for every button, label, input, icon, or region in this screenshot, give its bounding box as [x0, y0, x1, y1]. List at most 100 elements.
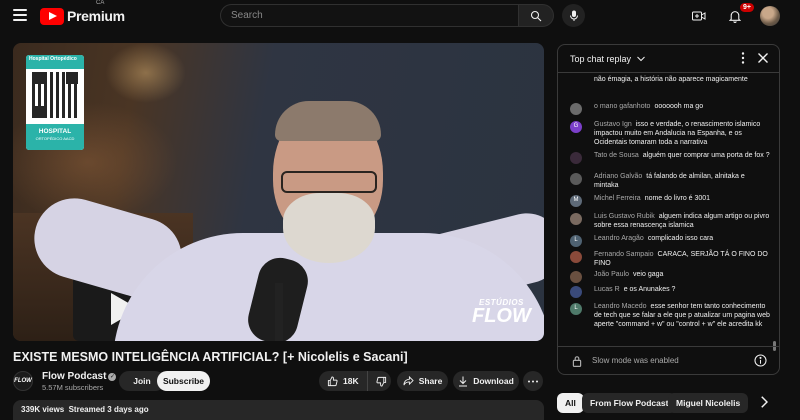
channel-name-link[interactable]: Flow Podcast ✓ — [42, 371, 117, 382]
youtube-premium-logo[interactable]: Premium — [40, 7, 125, 25]
chat-header: Top chat replay — [558, 45, 779, 73]
like-count: 18K — [343, 376, 359, 386]
video-title: EXISTE MESMO INTELIGÊNCIA ARTIFICIAL? [+… — [13, 350, 408, 364]
masthead: Premium CA 9+ — [0, 0, 800, 32]
sponsor-qr-bottom: HOSPITAL ORTOPÉDICO AACD — [26, 124, 84, 150]
slow-mode-notice: Slow mode was enabled — [592, 356, 679, 365]
chat-mode-dropdown[interactable]: Top chat replay — [570, 54, 645, 64]
sponsor-qr-top-text: Hospital Ortopédico — [26, 55, 84, 69]
chat-message[interactable]: L Leandro Aragão complicado isso cara — [570, 234, 770, 247]
lock-icon — [572, 356, 582, 367]
create-button[interactable] — [688, 5, 710, 27]
chat-author-avatar — [570, 251, 582, 263]
chevron-right-icon[interactable] — [760, 396, 768, 408]
more-actions-button[interactable] — [523, 371, 543, 391]
like-dislike-group: 18K — [319, 371, 391, 391]
chat-author-avatar — [570, 103, 582, 115]
chat-message-text: e os Anunakes ? — [623, 286, 676, 293]
sponsor-qr-card: Hospital Ortopédico HOSPITAL ORTOPÉDICO … — [26, 55, 84, 150]
youtube-logo-icon — [40, 7, 64, 25]
chat-author-name[interactable]: Tato de Sousa — [594, 152, 639, 159]
search-input[interactable] — [220, 4, 518, 27]
thumbs-up-icon — [327, 375, 338, 386]
chat-author-name[interactable]: Michel Ferreira — [594, 195, 641, 202]
menu-icon[interactable] — [13, 9, 27, 21]
chat-message[interactable]: L Leandro Macedo esse senhor tem tanto con… — [570, 302, 770, 330]
dislike-button[interactable] — [368, 371, 395, 391]
close-icon[interactable] — [757, 52, 769, 64]
chat-message[interactable]: o mano gafanhoto ooooooh ma go — [570, 102, 770, 115]
studio-watermark: ESTÚDIOS FLOW — [472, 298, 531, 327]
share-button[interactable]: Share — [397, 371, 448, 391]
verified-icon: ✓ — [108, 373, 117, 381]
video-player[interactable]: Hospital Ortopédico HOSPITAL ORTOPÉDICO … — [13, 43, 544, 341]
studio-watermark-line2: FLOW — [472, 305, 531, 327]
chat-message-body: João Paulo veio gaga — [594, 270, 770, 279]
masthead-actions: 9+ — [688, 3, 780, 27]
chat-author-name[interactable]: Leandro Aragão — [594, 235, 644, 242]
chat-message-body: Leandro Aragão complicado isso cara — [594, 234, 770, 243]
video-owner-row: FLOW Flow Podcast ✓ 5.57M subscribers Joi… — [13, 370, 544, 392]
chat-message-text: ooooooh ma go — [654, 103, 704, 110]
info-icon[interactable] — [754, 354, 767, 367]
chat-message[interactable]: Tato de Sousa alguém quer comprar uma por… — [570, 151, 770, 164]
related-filter-chips: All From Flow Podcast Miguel Nicolelis — [557, 393, 780, 413]
chat-author-avatar — [570, 286, 582, 298]
chat-message[interactable]: Adriano Galvão tá falando de almilan, aln… — [570, 172, 770, 190]
chat-message[interactable]: M Michel Ferreira nome do livro é 3001 — [570, 194, 770, 207]
chat-message[interactable]: João Paulo veio gaga — [570, 270, 770, 283]
search-button[interactable] — [518, 4, 554, 27]
logo-text: Premium — [67, 8, 125, 24]
chat-message-text: nome do livro é 3001 — [644, 195, 711, 202]
chevron-down-icon — [636, 56, 645, 62]
kebab-icon[interactable] — [741, 52, 745, 64]
chat-message[interactable]: Luis Gustavo Rubik alguem indica algum ar… — [570, 212, 770, 230]
chat-author-name[interactable]: Gustavo Ign — [594, 121, 632, 128]
chat-author-name[interactable]: Adriano Galvão — [594, 173, 642, 180]
filter-chip[interactable]: Miguel Nicolelis — [668, 393, 749, 413]
like-button[interactable]: 18K — [319, 371, 368, 391]
chat-author-name[interactable]: o mano gafanhoto — [594, 103, 650, 110]
chat-message-body: Gustavo Ign isso e verdade, o renasciment… — [594, 120, 770, 148]
mic-icon — [569, 10, 578, 21]
chat-author-name[interactable]: Leandro Macedo — [594, 303, 647, 310]
chat-message-text: alguém quer comprar uma porta de fox ? — [642, 152, 770, 159]
chat-author-avatar — [570, 152, 582, 164]
chat-message[interactable]: foi a milhares de anos atrás. Paleontolo… — [570, 74, 770, 84]
chat-message-text: veio gaga — [633, 271, 664, 278]
sponsor-name: HOSPITAL — [38, 128, 72, 135]
chat-message[interactable]: Fernando Sampaio CARACA, SERJÃO TÁ O FINO… — [570, 250, 770, 268]
more-icon — [528, 380, 538, 382]
notifications-button[interactable]: 9+ — [724, 3, 754, 27]
video-person-beard — [283, 193, 375, 263]
chat-message-body: Tato de Sousa alguém quer comprar uma por… — [594, 151, 770, 160]
chat-author-name[interactable]: João Paulo — [594, 271, 629, 278]
channel-name: Flow Podcast — [42, 371, 107, 382]
chat-author-name[interactable]: Lucas R — [594, 286, 620, 293]
chat-author-name[interactable]: Fernando Sampaio — [594, 251, 654, 258]
chat-author-avatar: L — [570, 235, 582, 247]
chat-message-list[interactable]: foi a milhares de anos atrás. Paleontolo… — [558, 74, 779, 347]
channel-avatar[interactable]: FLOW — [13, 371, 33, 391]
chat-message-body: Leandro Macedo esse senhor tem tanto conh… — [594, 302, 770, 330]
create-icon — [692, 11, 706, 21]
video-person-glasses — [281, 171, 377, 193]
download-icon — [459, 376, 468, 386]
filter-chip[interactable]: All — [557, 393, 584, 413]
chat-message-body: Adriano Galvão tá falando de almilan, aln… — [594, 172, 770, 190]
voice-search-button[interactable] — [562, 4, 585, 27]
download-label: Download — [473, 376, 514, 386]
subscribe-button[interactable]: Subscribe — [157, 371, 210, 391]
chat-message-body: Michel Ferreira nome do livro é 3001 — [594, 194, 770, 203]
share-label: Share — [418, 376, 443, 386]
notification-count-badge: 9+ — [740, 3, 754, 12]
chat-message[interactable]: G Gustavo Ign isso e verdade, o renascimen… — [570, 120, 770, 148]
chat-author-avatar: L — [570, 303, 582, 315]
account-avatar[interactable] — [760, 6, 780, 26]
description-box[interactable]: 339K views Streamed 3 days ago — [13, 400, 544, 420]
chat-author-name[interactable]: Luis Gustavo Rubik — [594, 213, 655, 220]
chat-author-avatar — [570, 173, 582, 185]
filter-chip[interactable]: From Flow Podcast — [582, 393, 677, 413]
chat-message[interactable]: Lucas Re os Anunakes ? — [570, 285, 770, 298]
download-button[interactable]: Download — [453, 371, 519, 391]
